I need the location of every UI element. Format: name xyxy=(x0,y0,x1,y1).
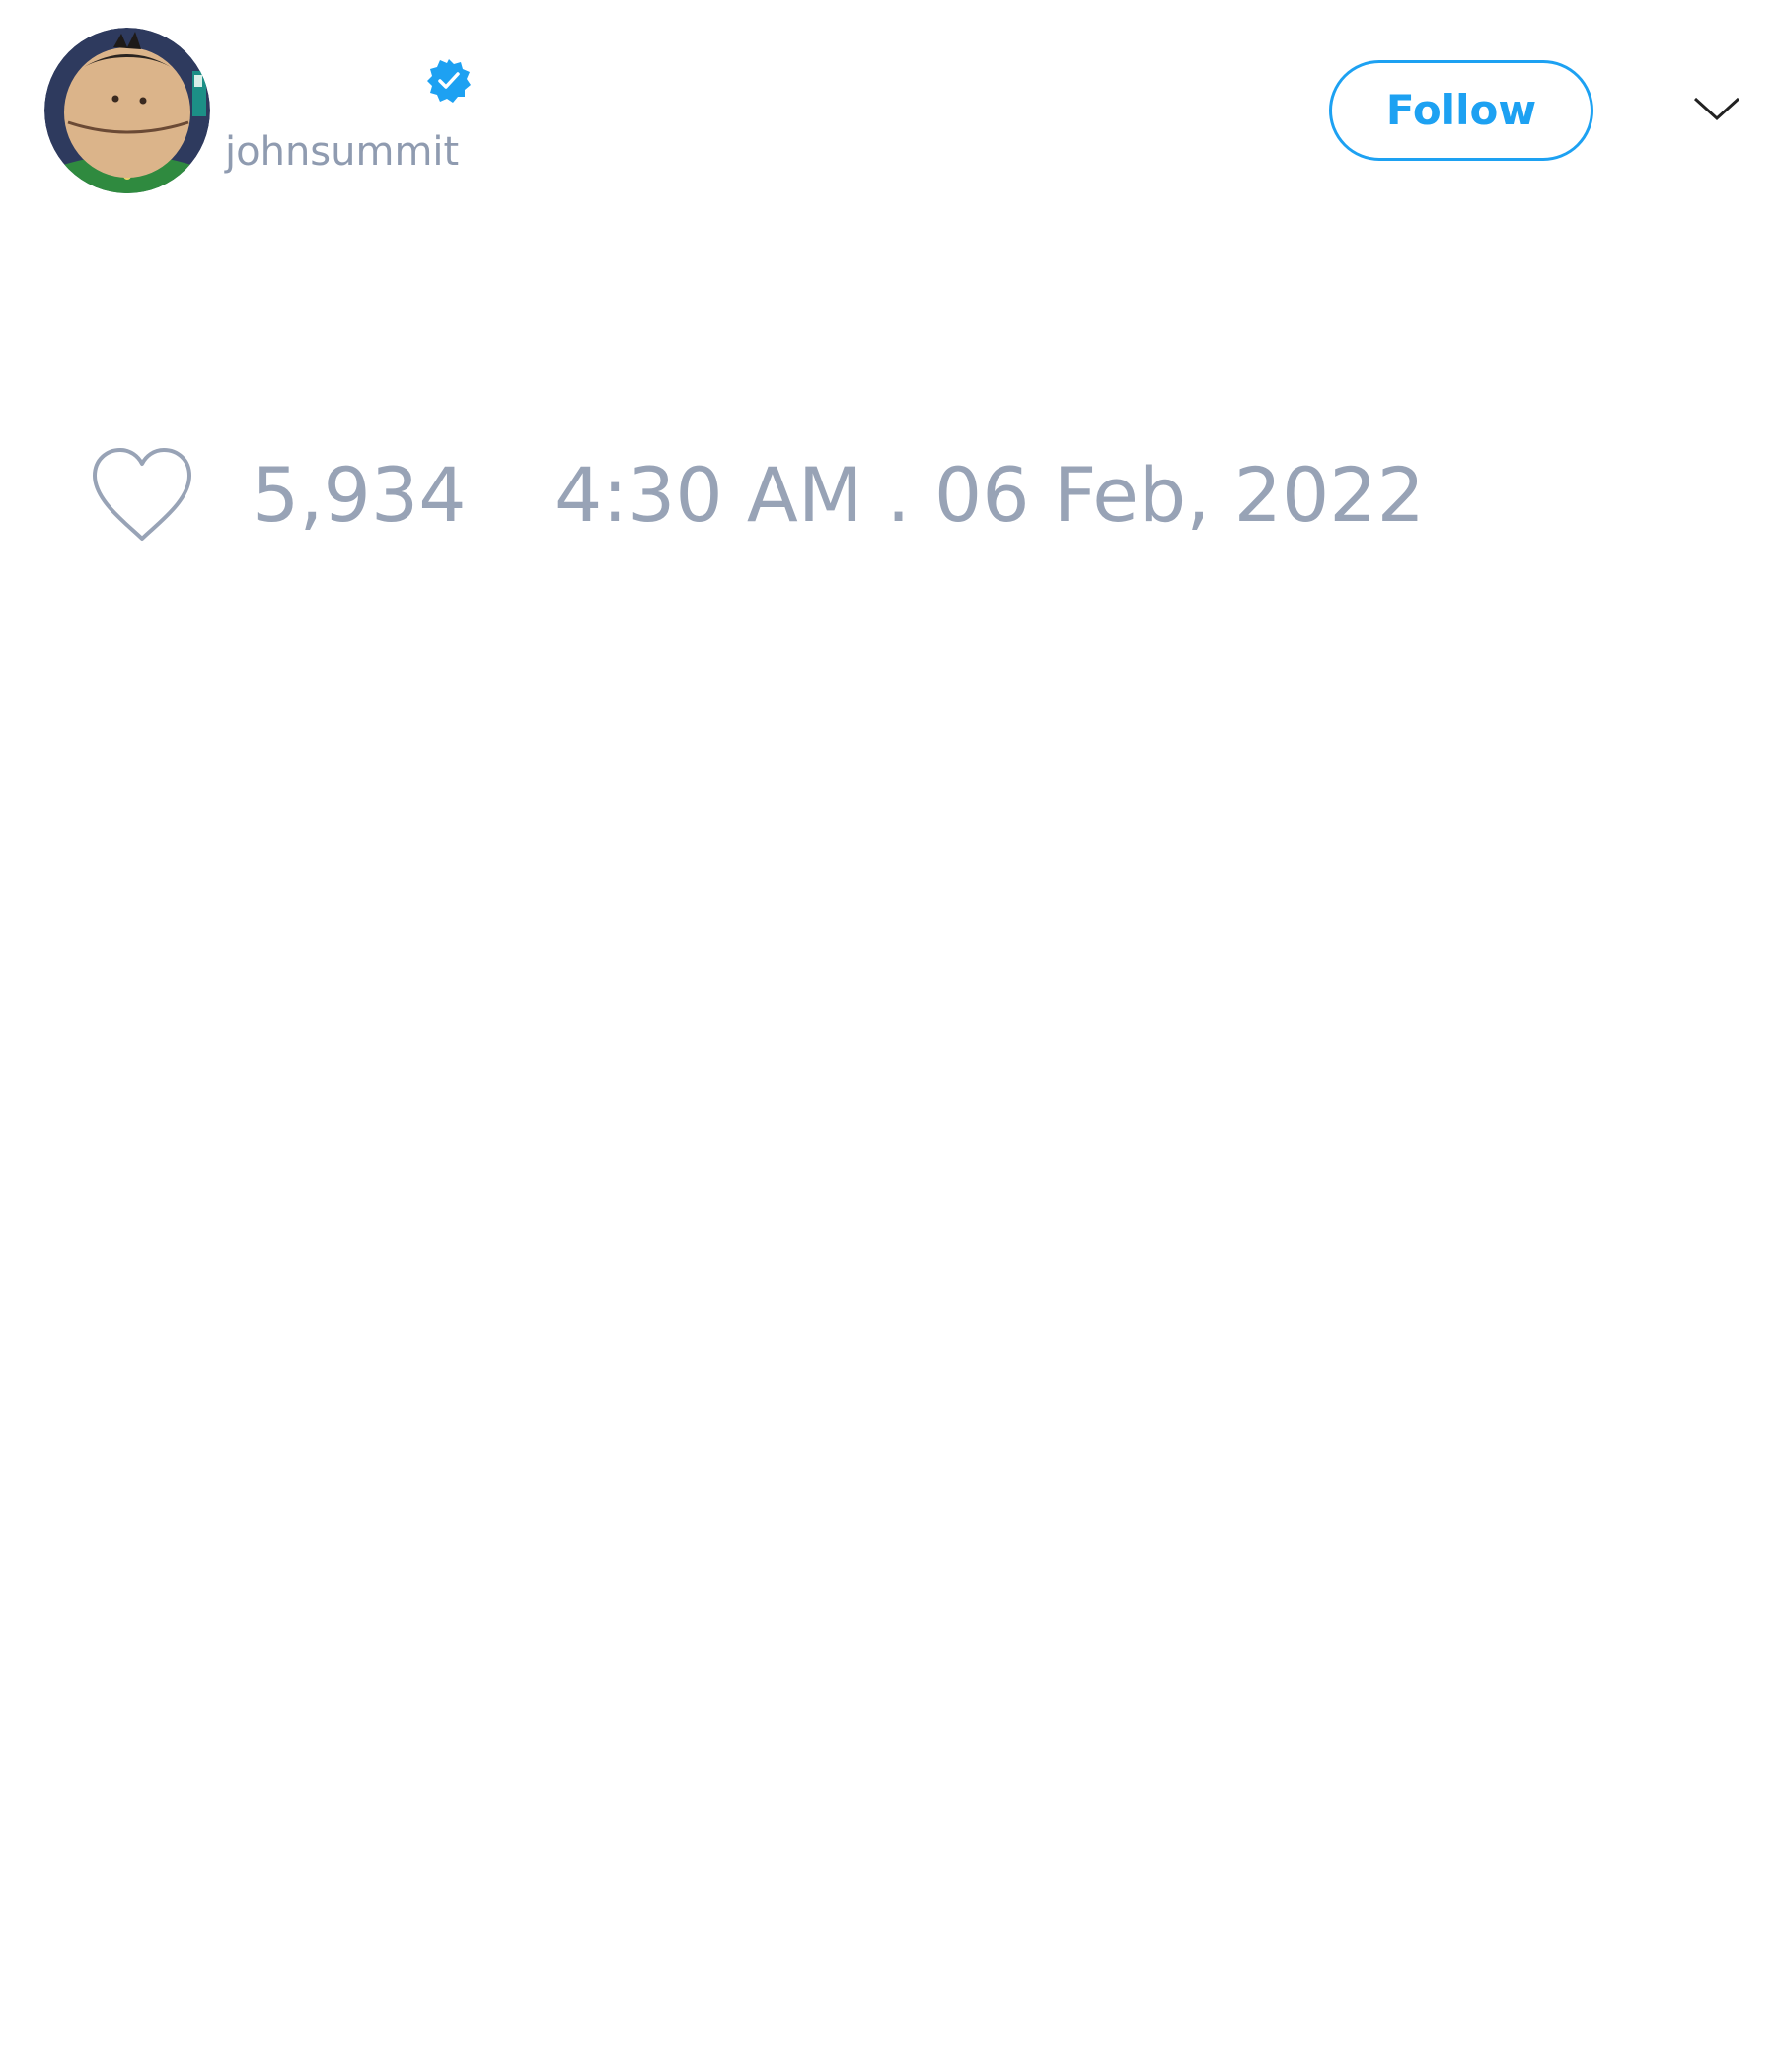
like-button[interactable] xyxy=(89,446,195,545)
follow-button[interactable]: Follow xyxy=(1329,60,1593,161)
like-count: 5,934 xyxy=(252,451,467,539)
chevron-down-icon xyxy=(1693,97,1740,121)
verified-badge-icon xyxy=(425,57,473,105)
avatar[interactable] xyxy=(44,28,210,193)
more-options-button[interactable] xyxy=(1689,89,1744,128)
cartoon-avatar-icon xyxy=(44,28,210,193)
timestamp[interactable]: 4:30 AM . 06 Feb, 2022 xyxy=(555,454,1425,537)
username[interactable]: johnsummit xyxy=(225,128,459,176)
heart-icon xyxy=(93,448,191,541)
tweet-card: johnsummit Follow 5,934 4:30 AM . 06 Feb… xyxy=(0,0,1776,2072)
